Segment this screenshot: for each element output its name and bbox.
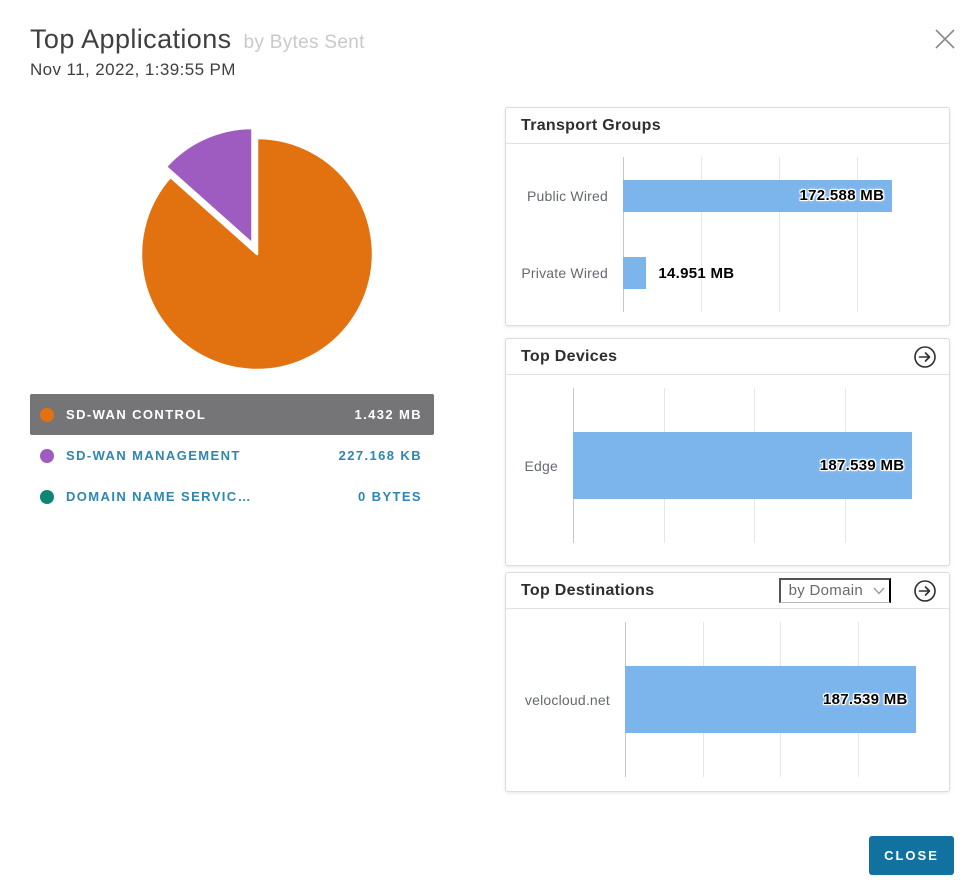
transport-groups-chart: Public Wired172.588 MBPrivate Wired14.95…	[506, 157, 935, 312]
charts-panel: Transport Groups Public Wired172.588 MBP…	[505, 107, 950, 792]
legend-color-dot	[40, 490, 54, 504]
close-button[interactable]: CLOSE	[869, 836, 954, 875]
y-axis-label: Public Wired	[506, 188, 623, 204]
pie-legend: SD-WAN CONTROL 1.432 MB SD-WAN MANAGEMENT 2…	[30, 394, 434, 517]
page-title: Top Applications	[30, 24, 232, 55]
arrow-right-circle-icon	[913, 579, 937, 603]
legend-color-dot	[40, 408, 54, 422]
timestamp: Nov 11, 2022, 1:39:55 PM	[30, 60, 950, 80]
bar-track: 187.539 MB	[573, 388, 935, 543]
top-destinations-expand-button[interactable]	[913, 579, 937, 603]
bar-track: 14.951 MB	[623, 235, 935, 313]
bar-row-velocloud-net: velocloud.net 187.539 MB	[506, 622, 935, 777]
y-axis-label: Private Wired	[506, 265, 623, 281]
legend-value: 0 BYTES	[358, 489, 422, 504]
page-subtitle: by Bytes Sent	[244, 32, 365, 54]
top-applications-dialog: Top Applications by Bytes Sent Nov 11, 2…	[0, 0, 972, 889]
bar-private-wired[interactable]: 14.951 MB	[623, 257, 646, 289]
transport-groups-card: Transport Groups Public Wired172.588 MBP…	[505, 107, 950, 326]
bar-track: 172.588 MB	[623, 157, 935, 235]
by-domain-dropdown[interactable]: by Domain	[779, 578, 891, 603]
bar-row-private-wired: Private Wired14.951 MB	[506, 235, 935, 313]
bar-edge[interactable]: 187.539 MB	[573, 432, 912, 499]
card-title: Transport Groups	[521, 117, 661, 135]
dialog-close-button[interactable]	[932, 26, 958, 52]
card-title: Top Devices	[521, 348, 617, 366]
bar-velocloud-net[interactable]: 187.539 MB	[625, 666, 916, 733]
y-axis-label: Edge	[506, 458, 573, 474]
bar-value-label: 187.539 MB	[820, 457, 905, 474]
bar-rows: velocloud.net 187.539 MB	[506, 622, 935, 777]
close-icon	[932, 26, 958, 52]
legend-row-domain-name-servic[interactable]: DOMAIN NAME SERVIC… 0 BYTES	[30, 476, 434, 517]
bar-rows: Public Wired172.588 MBPrivate Wired14.95…	[506, 157, 935, 312]
legend-color-dot	[40, 449, 54, 463]
legend-row-sd-wan-management[interactable]: SD-WAN MANAGEMENT 227.168 KB	[30, 435, 434, 476]
legend-label: SD-WAN MANAGEMENT	[66, 448, 241, 463]
legend-label: SD-WAN CONTROL	[66, 407, 206, 422]
bar-row-edge: Edge 187.539 MB	[506, 388, 935, 543]
bar-track: 187.539 MB	[625, 622, 935, 777]
card-title: Top Destinations	[521, 582, 654, 600]
bar-row-public-wired: Public Wired 172.588 MB	[506, 157, 935, 235]
bar-public-wired[interactable]: 172.588 MB	[623, 180, 892, 212]
bar-value-label: 187.539 MB	[823, 691, 908, 708]
y-axis-label: velocloud.net	[506, 692, 625, 708]
top-destinations-chart: velocloud.net 187.539 MB	[506, 622, 935, 777]
arrow-right-circle-icon	[913, 345, 937, 369]
top-devices-card: Top Devices Edge 187.539 MB	[505, 338, 950, 566]
bar-value-label: 172.588 MB	[800, 187, 885, 204]
chevron-down-icon	[873, 587, 885, 595]
legend-value: 1.432 MB	[354, 407, 422, 422]
top-destinations-card: Top Destinations by Domain	[505, 572, 950, 792]
legend-row-sd-wan-control[interactable]: SD-WAN CONTROL 1.432 MB	[30, 394, 434, 435]
bar-rows: Edge 187.539 MB	[506, 388, 935, 543]
legend-value: 227.168 KB	[339, 448, 422, 463]
pie-panel: SD-WAN CONTROL 1.432 MB SD-WAN MANAGEMENT 2…	[30, 103, 470, 792]
top-applications-pie-chart	[30, 103, 470, 389]
top-devices-expand-button[interactable]	[913, 345, 937, 369]
bar-value-label: 14.951 MB	[658, 265, 734, 282]
dropdown-selected-value: by Domain	[789, 582, 863, 599]
top-devices-chart: Edge 187.539 MB	[506, 388, 935, 543]
legend-label: DOMAIN NAME SERVIC…	[66, 489, 252, 504]
dialog-header: Top Applications by Bytes Sent Nov 11, 2…	[30, 24, 950, 80]
